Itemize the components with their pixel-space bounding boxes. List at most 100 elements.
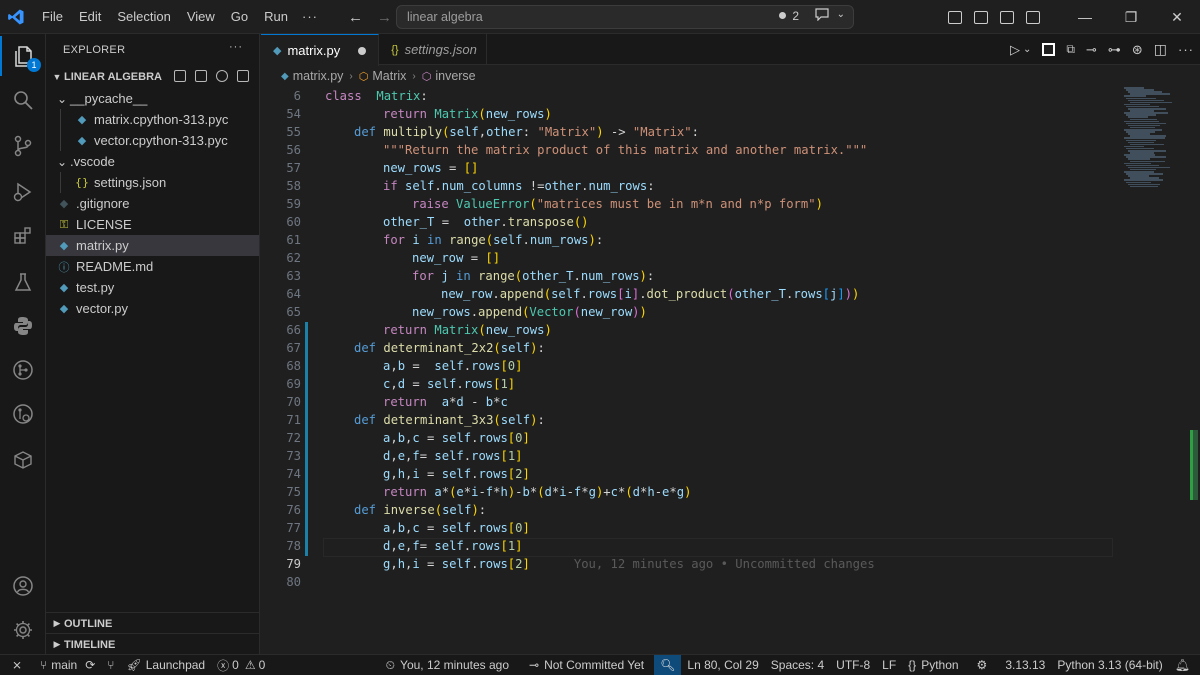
breadcrumb-class[interactable]: Matrix — [372, 69, 406, 83]
chevron-down-icon[interactable]: ⌄ — [56, 155, 68, 169]
code-line[interactable]: 67 def determinant_2x2(self): — [261, 339, 1121, 357]
menu-file[interactable]: File — [34, 0, 71, 34]
split-editor-icon[interactable]: ◫ — [1154, 41, 1167, 58]
new-file-icon[interactable] — [174, 70, 186, 82]
tree-item[interactable]: ⌄ __pycache__ — [46, 88, 259, 109]
tree-item[interactable]: ◆ matrix.cpython-313.pyc — [46, 109, 259, 130]
launchpad-item[interactable]: 🚀︎ Launchpad — [120, 655, 211, 675]
code-line[interactable]: 80 — [261, 573, 1121, 591]
run-python-file-icon[interactable]: ▷ — [1010, 42, 1020, 58]
close-button[interactable]: ✕ — [1154, 9, 1200, 26]
open-changes-icon[interactable]: ⊶ — [1108, 42, 1121, 58]
python-version[interactable]: 3.13.13 — [999, 655, 1051, 675]
run-debug-icon[interactable] — [0, 172, 46, 212]
notifications-bell-icon[interactable]: 🔔︎ — [1169, 655, 1196, 675]
agent-status-badge[interactable]: 2 — [779, 9, 799, 23]
gitlens-icon[interactable] — [0, 350, 46, 390]
compare-icon[interactable]: ⧉ — [1066, 42, 1075, 57]
gitlens-graph-icon[interactable]: ⑂ — [101, 655, 120, 675]
back-arrow-icon[interactable]: ← — [348, 9, 363, 26]
menu-view[interactable]: View — [179, 0, 223, 34]
toggle-secondary-sidebar-icon[interactable] — [1000, 10, 1014, 24]
more-menu-button[interactable]: ··· — [302, 0, 318, 34]
tree-item[interactable]: ◆ test.py — [46, 277, 259, 298]
workspace-folder-header[interactable]: ▼ LINEAR ALGEBRA — [46, 66, 259, 88]
gitlens-inspect-icon[interactable]: ⊛ — [1132, 42, 1143, 58]
unsaved-dot-icon[interactable] — [358, 46, 367, 55]
code-line[interactable]: 79 g,h,i = self.rows[2] You, 12 minutes a… — [261, 555, 1121, 573]
language-mode[interactable]: {} Python — [902, 655, 964, 675]
menu-run[interactable]: Run — [256, 0, 296, 34]
explorer-more-button[interactable]: ··· — [229, 41, 243, 53]
menu-go[interactable]: Go — [223, 0, 256, 34]
collapse-all-icon[interactable] — [237, 70, 249, 82]
code-line[interactable]: 6 class Matrix: — [261, 87, 1121, 105]
tree-item[interactable]: ⓘ README.md — [46, 256, 259, 277]
menu-edit[interactable]: Edit — [71, 0, 109, 34]
tab-settings-json[interactable]: {} settings.json — [379, 34, 488, 65]
code-line[interactable]: 54 return Matrix(new_rows) — [261, 105, 1121, 123]
tree-item[interactable]: ◆ vector.cpython-313.pyc — [46, 130, 259, 151]
code-line[interactable]: 59 raise ValueError("matrices must be in … — [261, 195, 1121, 213]
python-interpreter[interactable]: Python 3.13 (64-bit) — [1051, 655, 1168, 675]
tree-item[interactable]: ◆ matrix.py — [46, 235, 259, 256]
remote-indicator-icon[interactable]: ⨯ — [0, 655, 34, 675]
code-line[interactable]: 63 for j in range(other_T.num_rows): — [261, 267, 1121, 285]
encoding[interactable]: UTF-8 — [830, 655, 876, 675]
chevron-down-icon[interactable]: ⌄ — [56, 92, 68, 106]
python-icon[interactable] — [0, 306, 46, 346]
tree-item[interactable]: ◆ vector.py — [46, 298, 259, 319]
scrollbar-change-marker[interactable] — [1190, 430, 1198, 500]
code-line[interactable]: 74 g,h,i = self.rows[2] — [261, 465, 1121, 483]
explorer-icon[interactable]: 1 — [0, 36, 46, 76]
breadcrumb-file[interactable]: matrix.py — [293, 69, 344, 83]
code-line[interactable]: 73 d,e,f= self.rows[1] — [261, 447, 1121, 465]
end-of-line[interactable]: LF — [876, 655, 902, 675]
breadcrumb-method[interactable]: inverse — [435, 69, 475, 83]
commit-indicator[interactable]: ⊸ Not Committed Yet — [523, 655, 650, 675]
zoom-search-icon[interactable]: 🔍︎ — [654, 654, 682, 675]
code-line[interactable]: 55 def multiply(self,other: "Matrix") -> … — [261, 123, 1121, 141]
remote-explorer-icon[interactable] — [0, 394, 46, 434]
problems-indicator[interactable]: ⓧ 0 ⚠ 0 — [211, 655, 271, 675]
code-line[interactable]: 61 for i in range(self.num_rows): — [261, 231, 1121, 249]
code-line[interactable]: 64 new_row.append(self.rows[i].dot_produc… — [261, 285, 1121, 303]
settings-gear-icon[interactable] — [0, 610, 46, 650]
customize-layout-icon[interactable] — [1026, 10, 1040, 24]
minimize-button[interactable]: — — [1062, 9, 1108, 25]
more-actions-icon[interactable]: ··· — [1178, 42, 1194, 57]
chat-icon[interactable] — [815, 8, 829, 24]
indentation[interactable]: Spaces: 4 — [765, 655, 830, 675]
account-icon[interactable] — [0, 566, 46, 606]
stop-icon[interactable] — [1042, 43, 1056, 56]
new-folder-icon[interactable] — [195, 70, 207, 82]
restore-button[interactable]: ❐ — [1108, 9, 1154, 26]
toggle-primary-sidebar-icon[interactable] — [948, 10, 962, 24]
code-line[interactable]: 66 return Matrix(new_rows) — [261, 321, 1121, 339]
code-line[interactable]: 76 def inverse(self): — [261, 501, 1121, 519]
code-line[interactable]: 60 other_T = other.transpose() — [261, 213, 1121, 231]
chevron-down-icon[interactable]: ⌄ — [837, 9, 845, 20]
sync-icon[interactable]: ⟳ — [85, 658, 95, 672]
tree-item[interactable]: ◆ .gitignore — [46, 193, 259, 214]
search-icon[interactable] — [0, 80, 46, 120]
tab-matrix-py[interactable]: ◆ matrix.py — [261, 34, 380, 66]
code-line[interactable]: 75 return a*(e*i-f*h)-b*(d*i-f*g)+c*(d*h-… — [261, 483, 1121, 501]
code-line[interactable]: 56 """Return the matrix product of this m… — [261, 141, 1121, 159]
cursor-position[interactable]: Ln 80, Col 29 — [681, 655, 764, 675]
menu-selection[interactable]: Selection — [109, 0, 178, 34]
run-dropdown-icon[interactable]: ⌄ — [1023, 44, 1031, 55]
code-line[interactable]: 68 a,b = self.rows[0] — [261, 357, 1121, 375]
branch-indicator[interactable]: ⑂ main ⟳ — [34, 655, 101, 675]
code-line[interactable]: 69 c,d = self.rows[1] — [261, 375, 1121, 393]
outline-section-header[interactable]: ▶ OUTLINE — [46, 612, 260, 634]
command-center-search[interactable]: linear algebra 2 ⌄ — [396, 5, 854, 29]
testing-icon[interactable] — [0, 262, 46, 302]
tree-item[interactable]: ⌄ .vscode — [46, 151, 259, 172]
code-line[interactable]: 65 new_rows.append(Vector(new_row)) — [261, 303, 1121, 321]
blame-indicator[interactable]: ⏲ You, 12 minutes ago — [380, 655, 515, 675]
copilot-icon[interactable]: ⚙ — [971, 655, 994, 675]
refresh-icon[interactable] — [216, 70, 228, 82]
git-commit-icon[interactable]: ⊸ — [1086, 42, 1097, 58]
containers-icon[interactable] — [0, 440, 46, 480]
